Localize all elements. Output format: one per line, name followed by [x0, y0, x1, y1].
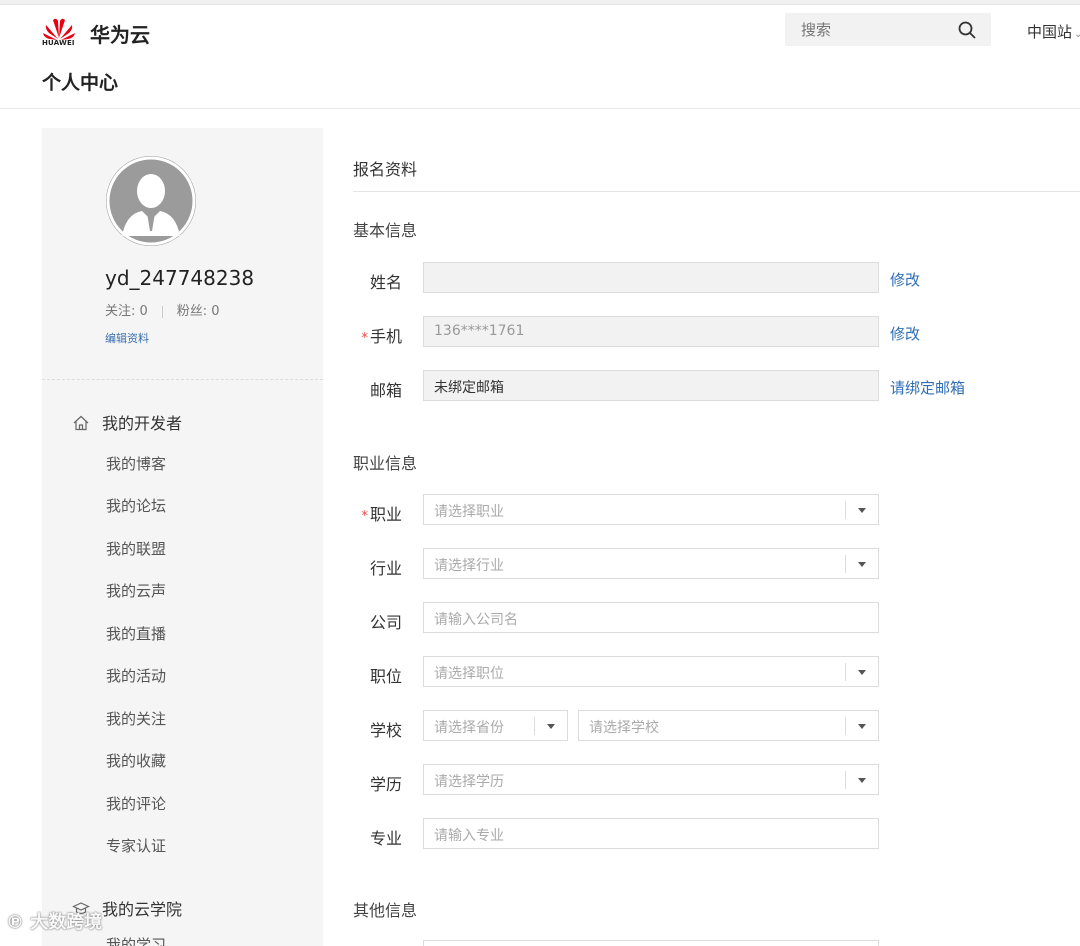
chevron-down-icon[interactable] [845, 555, 878, 573]
sidebar: yd_247748238 关注: 0 粉丝: 0 编辑资料 我的开发者 我的博客 … [42, 128, 323, 946]
edit-phone-link[interactable]: 修改 [890, 323, 920, 344]
sidebar-item-learning[interactable]: 我的学习 [106, 934, 166, 946]
sidebar-section-label: 我的云学院 [102, 900, 183, 919]
occupation-label: * 职业 [361, 505, 402, 524]
email-value: 未绑定邮箱 [434, 380, 504, 396]
occupation-placeholder: 请选择职业 [434, 504, 504, 520]
chevron-down-icon[interactable] [845, 663, 878, 681]
sidebar-item-expert[interactable]: 专家认证 [106, 835, 166, 856]
email-label: 邮箱 [369, 381, 402, 400]
education-label: 学历 [369, 775, 402, 794]
career-info-title: 职业信息 [353, 454, 418, 473]
education-placeholder: 请选择学历 [434, 774, 504, 790]
sidebar-item-blog[interactable]: 我的博客 [106, 453, 166, 474]
sidebar-item-cloud-voice[interactable]: 我的云声 [106, 580, 166, 601]
home-icon [73, 415, 89, 431]
sidebar-item-live[interactable]: 我的直播 [106, 623, 166, 644]
company-input[interactable]: 请输入公司名 [423, 602, 879, 633]
page-title: 个人中心 [42, 72, 119, 94]
page: HUAWEI 华为云 中国站⌄ 个人中心 yd_247748238 关注: 0 粉… [0, 0, 1080, 946]
site-header: HUAWEI 华为云 中国站⌄ [0, 5, 1080, 55]
watermark: ℗ 大数跨境 [6, 908, 102, 934]
phone-field: 136****1761 [423, 316, 879, 347]
sidebar-section-developer[interactable]: 我的开发者 [72, 410, 182, 434]
sidebar-item-activity[interactable]: 我的活动 [106, 665, 166, 686]
industry-select[interactable]: 请选择行业 [423, 548, 879, 579]
province-select[interactable]: 请选择省份 [423, 710, 568, 741]
follow-stats: 关注: 0 粉丝: 0 [105, 300, 220, 319]
required-mark: * [361, 509, 368, 524]
edit-name-link[interactable]: 修改 [890, 269, 920, 290]
industry-label: 行业 [369, 559, 402, 578]
bind-email-link[interactable]: 请绑定邮箱 [890, 377, 965, 398]
search-input[interactable] [799, 20, 953, 40]
username: yd_247748238 [105, 266, 255, 290]
school-select[interactable]: 请选择学校 [578, 710, 879, 741]
user-avatar-icon [106, 156, 196, 246]
sidebar-item-favorites[interactable]: 我的收藏 [106, 750, 166, 771]
main-divider [353, 191, 1080, 192]
logo-wordmark: HUAWEI [42, 39, 75, 47]
sidebar-item-forum[interactable]: 我的论坛 [106, 495, 166, 516]
follow-count[interactable]: 关注: 0 [105, 304, 148, 319]
position-placeholder: 请选择职位 [434, 666, 504, 682]
chevron-down-icon[interactable] [845, 717, 878, 735]
phone-value: 136****1761 [434, 323, 525, 339]
major-placeholder: 请输入专业 [434, 828, 504, 844]
header-divider [0, 108, 1080, 109]
occupation-select[interactable]: 请选择职业 [423, 494, 879, 525]
name-label: 姓名 [369, 273, 402, 292]
sidebar-item-following[interactable]: 我的关注 [106, 708, 166, 729]
chevron-down-icon[interactable] [845, 501, 878, 519]
chevron-down-icon[interactable] [534, 717, 567, 735]
watermark-text: 大数跨境 [30, 912, 103, 933]
sidebar-section-label: 我的开发者 [102, 414, 183, 433]
sidebar-item-comments[interactable]: 我的评论 [106, 793, 166, 814]
position-label: 职位 [369, 667, 402, 686]
name-field [423, 262, 879, 293]
position-select[interactable]: 请选择职位 [423, 656, 879, 687]
industry-placeholder: 请选择行业 [434, 558, 504, 574]
chevron-down-icon[interactable] [845, 771, 878, 789]
stats-separator [161, 305, 163, 318]
sidebar-divider [42, 379, 323, 380]
basic-info-title: 基本信息 [353, 221, 418, 240]
search-box[interactable] [785, 13, 991, 46]
email-field: 未绑定邮箱 [423, 370, 879, 401]
fans-count[interactable]: 粉丝: 0 [177, 304, 220, 319]
province-placeholder: 请选择省份 [434, 720, 504, 736]
edit-profile-link[interactable]: 编辑资料 [105, 330, 149, 346]
education-select[interactable]: 请选择学历 [423, 764, 879, 795]
brand-name[interactable]: 华为云 [90, 19, 150, 48]
next-field-partial[interactable] [423, 940, 879, 946]
required-mark: * [361, 331, 368, 346]
school-label: 学校 [369, 721, 402, 740]
region-selector[interactable]: 中国站 ⌄ [1027, 21, 1080, 42]
main-title: 报名资料 [353, 160, 418, 179]
region-label: 中国站 [1027, 23, 1073, 41]
phone-label: * 手机 [361, 327, 402, 346]
company-placeholder: 请输入公司名 [434, 612, 518, 628]
major-label: 专业 [369, 829, 402, 848]
major-input[interactable]: 请输入专业 [423, 818, 879, 849]
school-placeholder: 请选择学校 [589, 720, 659, 736]
chevron-down-icon: ⌄ [1074, 29, 1080, 40]
search-icon[interactable] [957, 20, 977, 40]
avatar[interactable] [106, 156, 196, 246]
company-label: 公司 [369, 613, 402, 632]
other-info-title: 其他信息 [353, 901, 418, 920]
sidebar-item-alliance[interactable]: 我的联盟 [106, 538, 166, 559]
watermark-logo-icon: ℗ [6, 912, 24, 933]
